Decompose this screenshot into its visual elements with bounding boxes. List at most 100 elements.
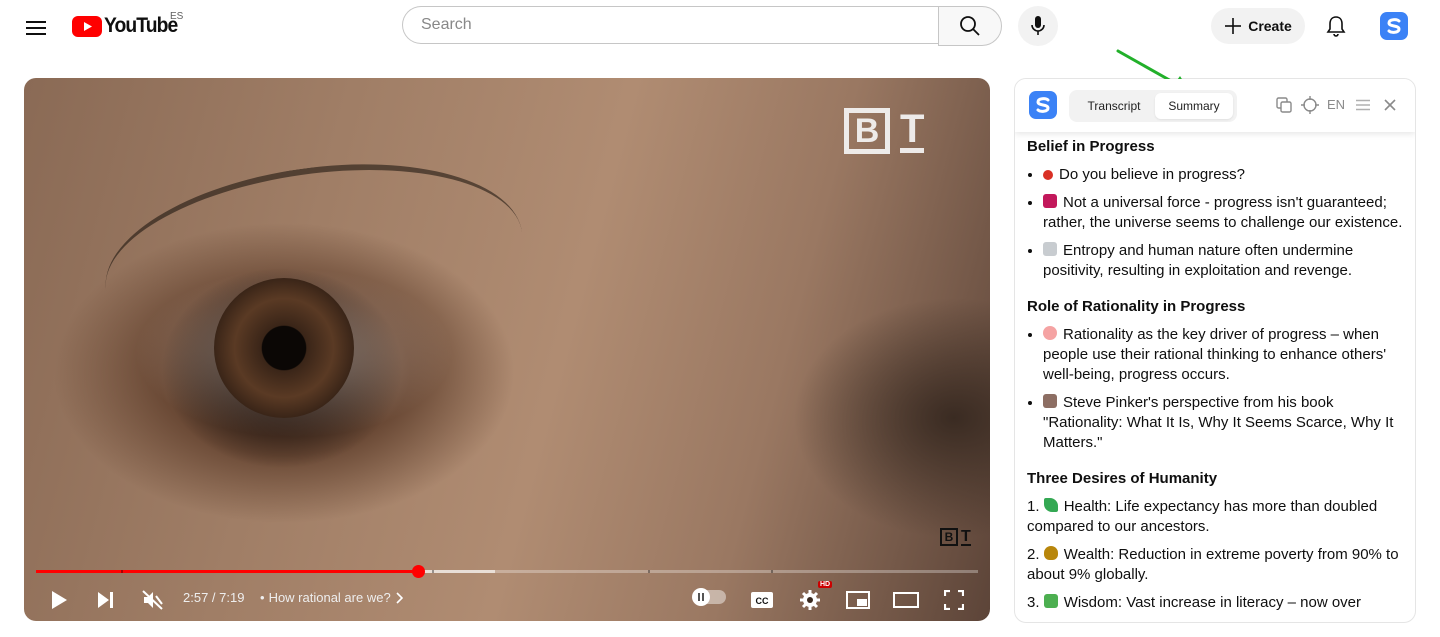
theater-mode-button[interactable] (888, 582, 924, 618)
summary-content: Belief in Progress Do you believe in pro… (1027, 137, 1407, 621)
extension-logo-icon[interactable] (1029, 91, 1057, 119)
search-button[interactable] (938, 6, 1002, 46)
microphone-icon (1031, 16, 1045, 35)
gear-icon (800, 590, 820, 610)
list-item-text: Entropy and human nature often undermine… (1043, 242, 1354, 279)
list-item-text: Rationality as the key driver of progres… (1043, 326, 1387, 383)
extension-avatar-icon[interactable] (1380, 12, 1408, 40)
autoplay-toggle[interactable] (692, 588, 726, 606)
voice-search-button[interactable] (1018, 6, 1058, 46)
logo-wordmark: YouTube (104, 14, 178, 37)
list-item: Rationality as the key driver of progres… (1043, 325, 1407, 385)
closed-captions-icon: CC (751, 592, 773, 608)
notifications-button[interactable] (1316, 6, 1356, 46)
section-numbered-list: 1. Health: Life expectancy has more than… (1027, 497, 1407, 613)
list-item: 2. Wealth: Reduction in extreme poverty … (1027, 545, 1407, 585)
list-item-text: Wealth: Reduction in extreme poverty fro… (1027, 546, 1399, 583)
subtitles-button[interactable]: CC (744, 582, 780, 618)
money-bag-emoji (1043, 546, 1058, 560)
play-button[interactable] (41, 582, 77, 618)
miniplayer-icon (846, 591, 870, 609)
list-item-text: Wisdom: Vast increase in literacy – now … (1063, 594, 1362, 611)
fullscreen-button[interactable] (936, 582, 972, 618)
youtube-play-icon (72, 15, 102, 37)
close-icon (1384, 99, 1396, 111)
video-player[interactable]: B T B T 2:57 / 7:19 • How rational are w… (24, 78, 990, 621)
branding-b: B (940, 528, 958, 546)
question-mark-emoji (1043, 170, 1053, 180)
play-icon (52, 591, 67, 609)
list-item: Entropy and human nature often undermine… (1043, 241, 1407, 281)
list-item: Not a universal force - progress isn't g… (1043, 193, 1407, 233)
chapter-button[interactable]: • How rational are we? (260, 590, 403, 605)
search-box[interactable] (402, 6, 938, 44)
close-panel-button[interactable] (1380, 95, 1400, 115)
autoplay-knob (692, 588, 710, 606)
section-bullets: Rationality as the key driver of progres… (1027, 325, 1407, 453)
chapter-marker (120, 570, 123, 573)
create-button[interactable]: Create (1211, 8, 1305, 44)
chapter-marker (648, 570, 651, 573)
player-controls: 2:57 / 7:19 • How rational are we? CC HD (24, 578, 990, 621)
tab-transcript[interactable]: Transcript (1073, 93, 1155, 119)
chart-decreasing-emoji (1043, 242, 1057, 256)
books-emoji (1043, 594, 1058, 608)
volume-muted-icon (142, 590, 163, 610)
section-heading: Three Desires of Humanity (1027, 470, 1218, 487)
search-input[interactable] (419, 15, 938, 35)
list-number: 1. (1027, 498, 1040, 515)
theater-mode-icon (893, 592, 919, 608)
youtube-logo[interactable]: YouTube (72, 14, 184, 38)
panel-header: Transcript Summary EN (1015, 79, 1415, 132)
chapter-title: How rational are we? (268, 590, 391, 605)
pause-icon (698, 593, 704, 601)
miniplayer-button[interactable] (840, 582, 876, 618)
seedling-emoji (1043, 498, 1058, 512)
list-item-text: Not a universal force - progress isn't g… (1043, 194, 1403, 231)
list-item: Steve Pinker's perspective from his book… (1043, 393, 1407, 453)
chapter-marker (431, 570, 434, 573)
guide-menu-button[interactable] (16, 8, 56, 48)
hd-badge: HD (818, 581, 833, 588)
skip-next-icon (98, 592, 113, 608)
chapter-bullet: • (260, 590, 265, 605)
sync-button[interactable] (1300, 95, 1320, 115)
branding-t: T (961, 527, 971, 546)
hamburger-icon (26, 21, 46, 35)
channel-branding-button[interactable]: B T (940, 528, 971, 546)
list-item-text: Do you believe in progress? (1059, 166, 1245, 183)
create-label: Create (1248, 18, 1292, 34)
time-display: 2:57 / 7:19 (183, 590, 245, 605)
watermark-t: T (900, 106, 925, 153)
plus-icon (1225, 18, 1242, 34)
list-number: 2. (1027, 546, 1040, 563)
section-heading: Role of Rationality in Progress (1027, 298, 1246, 315)
next-button[interactable] (88, 582, 124, 618)
crosshair-icon (1301, 96, 1319, 114)
list-item: Do you believe in progress? (1043, 165, 1407, 185)
mute-button[interactable] (135, 582, 171, 618)
video-frame-lashes (93, 139, 535, 383)
brain-emoji (1043, 326, 1057, 340)
chevron-right-icon (396, 591, 403, 604)
language-selector[interactable]: EN (1327, 97, 1345, 112)
list-item: 1. Health: Life expectancy has more than… (1027, 497, 1407, 537)
bell-icon (1326, 16, 1346, 37)
section-bullets: Do you believe in progress? Not a univer… (1027, 165, 1407, 281)
watermark-b: B (844, 108, 890, 154)
section-heading: Belief in Progress (1027, 138, 1155, 155)
country-code: ES (170, 11, 184, 22)
tab-summary[interactable]: Summary (1155, 93, 1233, 119)
copy-button[interactable] (1274, 95, 1294, 115)
svg-text:CC: CC (756, 596, 769, 606)
channel-watermark: B T (844, 106, 925, 154)
progress-bar[interactable] (36, 565, 978, 578)
copy-icon (1276, 97, 1292, 113)
search-icon (960, 16, 980, 36)
scrubber-handle[interactable] (412, 565, 426, 578)
list-item-text: Steve Pinker's perspective from his book… (1043, 394, 1394, 451)
list-item-text: Health: Life expectancy has more than do… (1027, 498, 1378, 535)
list-item: 3. Wisdom: Vast increase in literacy – n… (1027, 593, 1407, 613)
menu-button[interactable] (1353, 95, 1373, 115)
progress-played (36, 570, 419, 573)
